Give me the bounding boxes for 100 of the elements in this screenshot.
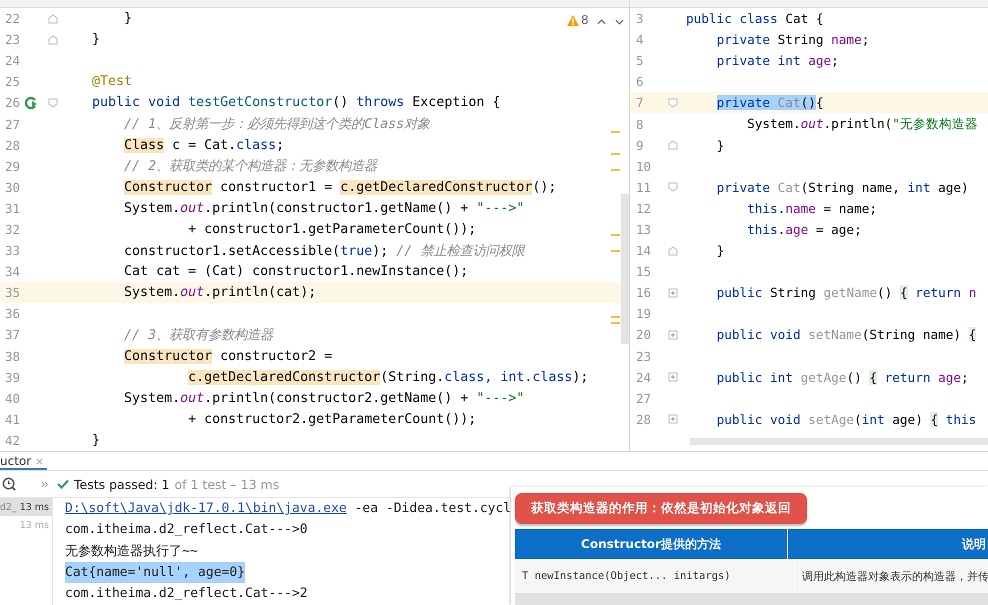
line-number: 27 — [4, 116, 20, 132]
code-line: System.out.println("无参数构造器 — [746, 116, 978, 133]
fold-end-icon[interactable] — [668, 246, 678, 256]
line-number: 3 — [635, 11, 645, 26]
code-line: System.out.println(constructor1.getName() + "--->" — [123, 200, 524, 216]
line-number: 36 — [4, 306, 20, 322]
expand-icon[interactable] — [668, 330, 678, 340]
code-line: public class Cat { — [686, 11, 824, 26]
warning-stripe[interactable] — [611, 169, 620, 171]
line-number: 25 — [4, 74, 20, 90]
line-number: 34 — [4, 264, 20, 280]
warning-stripe[interactable] — [611, 153, 620, 155]
warning-icon — [567, 14, 579, 26]
fold-end-icon[interactable] — [668, 140, 678, 150]
code-line: System.out.println(cat); — [123, 285, 316, 300]
run-tab[interactable]: uctor — [0, 452, 48, 470]
line-number: 9 — [635, 138, 645, 153]
line-number: 14 — [635, 243, 652, 258]
line-number: 42 — [4, 432, 20, 448]
fold-end-icon[interactable] — [48, 14, 58, 24]
code-line: private Cat(){ — [716, 95, 824, 110]
line-number: 5 — [635, 53, 645, 68]
test-detail: of 1 test – 13 ms — [174, 476, 280, 492]
code-line: public String getName() { return n — [716, 285, 976, 300]
fold-icon[interactable] — [668, 98, 678, 108]
code-line: } — [123, 11, 132, 26]
code-line: System.out.println(constructor2.getName() + "--->" — [123, 390, 524, 406]
line-number: 10 — [635, 158, 652, 174]
line-number: 12 — [635, 200, 652, 216]
code-line: } — [91, 432, 100, 448]
java-path-link[interactable]: D:\soft\Java\jdk-17.0.1\bin\java.exe — [65, 501, 347, 516]
code-line: Constructor constructor2 = — [123, 348, 332, 364]
history-icon[interactable] — [2, 476, 17, 492]
chevron-down-icon[interactable] — [615, 19, 624, 25]
code-line: } — [91, 32, 100, 48]
warning-stripe[interactable] — [611, 234, 620, 236]
code-line: private String name; — [716, 32, 870, 48]
table-cell: T newInstance(Object... initargs) — [515, 559, 795, 593]
code-line: public void setName(String name) { — [716, 327, 976, 342]
test-tree-item[interactable]: d2_ 13 ms — [0, 498, 52, 516]
fold-end-icon[interactable] — [48, 34, 58, 45]
console-line: 无参数构造器执行了~~ — [65, 543, 198, 562]
scrollbar-thumb[interactable] — [690, 438, 988, 445]
line-number: 24 — [4, 53, 20, 68]
test-status: Tests passed: 1 — [74, 476, 170, 492]
line-number: 26 — [4, 95, 20, 110]
fold-icon[interactable] — [48, 98, 58, 108]
line-number: 6 — [635, 74, 645, 90]
warning-stripe[interactable] — [611, 131, 620, 133]
console-line: D:\soft\Java\jdk-17.0.1\bin\java.exe -ea -Didea.test.cycl — [65, 500, 512, 518]
code-line: + constructor2.getParameterCount()); — [187, 412, 476, 427]
code-line: @Test — [91, 74, 132, 90]
code-line: public int getAge() { return age; — [716, 370, 969, 385]
code-line: Constructor constructor1 = c.getDeclaredConstructor(); — [123, 180, 556, 195]
line-number: 11 — [635, 180, 652, 195]
code-line: c.getDeclaredConstructor(String.class, int.class); — [187, 370, 588, 385]
scrollbar-thumb[interactable] — [621, 194, 629, 344]
line-number: 38 — [4, 348, 20, 364]
check-icon — [57, 479, 69, 489]
line-number: 28 — [635, 412, 652, 427]
fold-icon[interactable] — [668, 182, 678, 192]
code-line: constructor1.setAccessible(true); // 禁止检查访问权限 — [123, 242, 524, 260]
warning-count[interactable]: 8 — [567, 13, 589, 27]
code-line: } — [716, 243, 724, 258]
console-line: com.itheima.d2_reflect.Cat--->0 — [65, 521, 308, 540]
line-number: 29 — [4, 158, 20, 174]
expand-icon[interactable] — [668, 288, 678, 298]
chevron-up-icon[interactable] — [597, 19, 606, 25]
line-number: 4 — [635, 32, 645, 48]
warning-stripe[interactable] — [611, 250, 620, 252]
line-number: 37 — [4, 327, 20, 342]
line-number: 15 — [635, 264, 652, 280]
code-line: Class c = Cat.class; — [123, 138, 284, 153]
code-line: // 1、反射第一步：必须先得到这个类的Class对象 — [123, 116, 430, 134]
code-line: } — [716, 138, 724, 153]
line-number: 31 — [4, 200, 20, 216]
code-line: private Cat(String name, int age) — [716, 180, 969, 195]
line-number: 23 — [635, 348, 652, 364]
line-number: 20 — [635, 327, 652, 342]
line-number: 41 — [4, 412, 20, 427]
expand-icon[interactable] — [668, 414, 678, 424]
code-line: public void testGetConstructor() throws Exception { — [91, 95, 500, 110]
line-number: 22 — [4, 11, 20, 26]
code-line: this.age = age; — [746, 222, 862, 237]
line-number: 33 — [4, 243, 20, 258]
more-icon[interactable] — [41, 480, 49, 488]
console-line: com.itheima.d2_reflect.Cat--->2 — [65, 585, 308, 604]
line-number: 19 — [635, 306, 652, 322]
expand-icon[interactable] — [668, 372, 678, 382]
close-icon[interactable] — [36, 458, 44, 465]
code-line: // 2、获取类的某个构造器：无参数构造器 — [123, 158, 378, 176]
line-number: 27 — [635, 390, 652, 406]
line-number: 28 — [4, 138, 20, 153]
line-number: 23 — [4, 32, 20, 48]
run-icon[interactable] — [24, 96, 38, 110]
line-number: 8 — [635, 116, 645, 132]
line-number: 16 — [635, 285, 652, 300]
line-number: 30 — [4, 180, 20, 195]
code-line: this.name = name; — [746, 200, 877, 216]
code-line: // 3、获取有参数构造器 — [123, 326, 274, 344]
